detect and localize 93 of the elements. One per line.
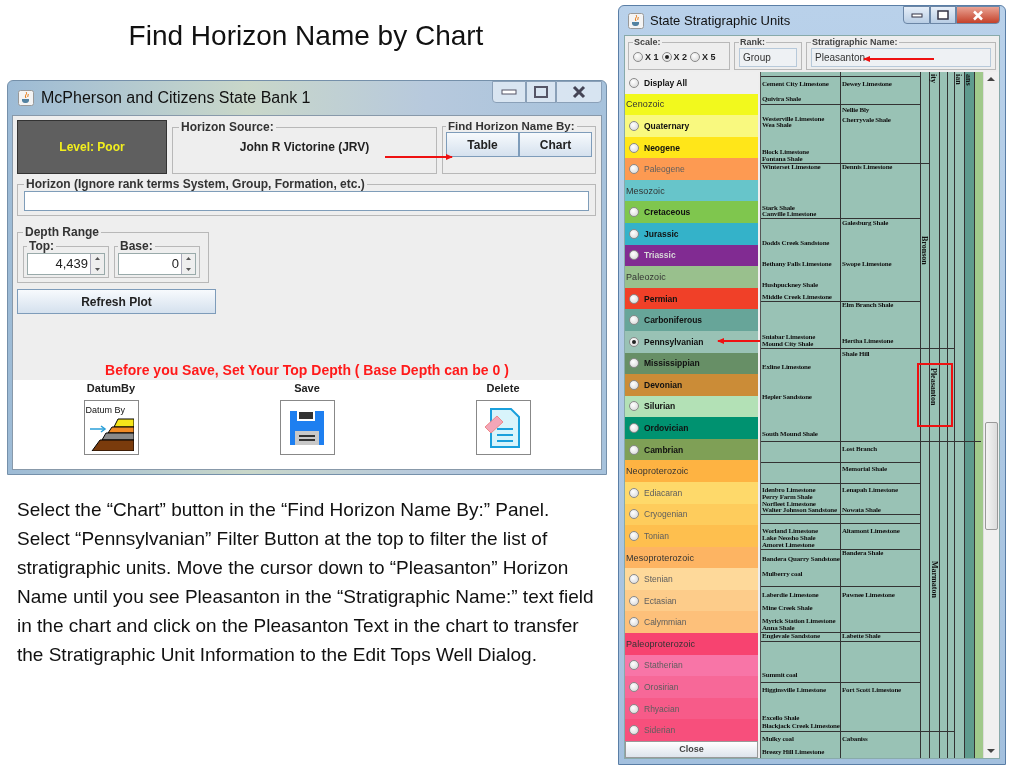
close-button[interactable] bbox=[556, 81, 602, 103]
radio-button[interactable] bbox=[629, 315, 639, 326]
filter-item[interactable]: Silurian bbox=[625, 395, 758, 418]
radio-button[interactable] bbox=[629, 401, 639, 412]
maximize-icon bbox=[534, 86, 548, 98]
close-icon bbox=[572, 85, 586, 99]
filter-item[interactable]: Devonian bbox=[625, 374, 758, 396]
era-header: Mesozoic bbox=[625, 179, 758, 202]
radio-button[interactable] bbox=[629, 142, 639, 153]
radio-button[interactable] bbox=[661, 52, 672, 62]
scale-option[interactable]: X 5 bbox=[690, 52, 716, 62]
scrollbar-thumb[interactable] bbox=[985, 422, 998, 530]
maximize-icon bbox=[937, 10, 949, 20]
maximize-button[interactable] bbox=[930, 6, 956, 24]
era-header: Mesoproterozoic bbox=[625, 546, 758, 569]
action-label: Save bbox=[294, 382, 320, 394]
cup-icon bbox=[18, 90, 34, 106]
find-by-button[interactable]: Chart bbox=[519, 132, 592, 157]
radio-button[interactable] bbox=[629, 358, 639, 369]
radio-button[interactable] bbox=[629, 207, 639, 218]
arrow-annotation bbox=[863, 56, 935, 62]
radio-button[interactable] bbox=[629, 77, 639, 88]
action-label: DatumBy bbox=[86, 382, 136, 394]
filter-item[interactable]: Carboniferous bbox=[625, 309, 758, 331]
unit-label[interactable]: Marmaton bbox=[930, 561, 938, 598]
scale-option[interactable]: X 2 bbox=[661, 52, 688, 62]
source-value: John R Victorine (JRV) bbox=[239, 140, 370, 154]
era-header: Paleoproterozoic bbox=[625, 633, 758, 655]
window-title: State Stratigraphic Units bbox=[650, 13, 791, 28]
cup-icon bbox=[628, 12, 644, 29]
delete-button[interactable] bbox=[475, 400, 531, 455]
refresh-plot-button[interactable]: Refresh Plot bbox=[17, 289, 216, 314]
minimize-icon bbox=[910, 12, 923, 18]
window-title: McPherson and Citizens State Bank 1 bbox=[41, 89, 311, 107]
horizon-input-field[interactable] bbox=[24, 191, 589, 211]
stratigraphic-name-field: Pleasanton bbox=[811, 47, 991, 67]
panel-label: Top: bbox=[28, 239, 56, 253]
panel-label: Rank: bbox=[739, 37, 766, 47]
unit-label[interactable]: Pleasanton bbox=[929, 368, 937, 406]
scale-option[interactable]: X 1 bbox=[633, 52, 659, 62]
action-label: Delete bbox=[486, 382, 520, 394]
filter-item[interactable]: Neogene bbox=[625, 136, 758, 159]
minimize-button[interactable] bbox=[492, 81, 526, 103]
panel-label: Horizon Source: bbox=[180, 120, 275, 134]
unit-label[interactable]: ans bbox=[964, 74, 972, 86]
era-header: Neoproterozoic bbox=[625, 460, 758, 482]
panel-label: Scale: bbox=[633, 37, 662, 47]
radio-button[interactable] bbox=[690, 52, 701, 62]
filter-item[interactable]: Jurassic bbox=[625, 223, 758, 245]
find-by-button[interactable]: Table bbox=[446, 132, 519, 157]
arrow-annotation bbox=[717, 338, 761, 344]
filter-item[interactable]: Mississippian bbox=[625, 352, 758, 375]
unit-label[interactable]: ian bbox=[954, 74, 962, 85]
radio-button[interactable] bbox=[629, 423, 639, 434]
era-header: Cenozoic bbox=[625, 93, 758, 116]
radio-button[interactable] bbox=[633, 52, 643, 62]
filter-item[interactable]: Ordovician bbox=[625, 417, 758, 439]
panel-label: Find Horizon Name By: bbox=[447, 120, 576, 132]
radio-button[interactable] bbox=[629, 336, 639, 347]
close-icon bbox=[972, 9, 984, 21]
filter-item[interactable]: Quaternary bbox=[625, 115, 758, 137]
filter-item[interactable]: Cambrian bbox=[625, 438, 758, 461]
panel-label: Stratigraphic Name: bbox=[811, 37, 899, 47]
arrow-annotation bbox=[384, 154, 453, 160]
filter-item[interactable]: Cretaceous bbox=[625, 201, 758, 224]
filter-item[interactable]: Permian bbox=[625, 287, 758, 310]
minimize-button[interactable] bbox=[903, 6, 930, 24]
minimize-icon bbox=[501, 89, 517, 95]
radio-button[interactable] bbox=[629, 444, 639, 455]
instructions-paragraph: Select the “Chart” button in the “Find Horizon Name By:” Panel. Select “Pennsylvanian” Filter Button at the top to filter the list of stratigraphic units. Move the cursor down to “Pleasanton” Horizon Name until you see Pleasanton in the “Stratigraphic Name:” text field in the chart and click on the Pleasanton Text in the chart to transfer the Stratigraphic Unit Information to the Edit Tops Well Dialog. bbox=[17, 498, 595, 667]
save-button[interactable] bbox=[279, 400, 335, 455]
unit-label[interactable]: Bronson bbox=[920, 236, 928, 265]
slide-title: Find Horizon Name by Chart bbox=[128, 20, 484, 52]
radio-button[interactable] bbox=[629, 120, 639, 131]
era-header: Paleozoic bbox=[625, 266, 758, 288]
highlight-frame bbox=[917, 363, 953, 427]
panel-label: Depth Range bbox=[24, 225, 100, 239]
scrollbar[interactable] bbox=[983, 72, 999, 758]
rank-field: Group bbox=[739, 47, 797, 67]
level-indicator: Level: Poor bbox=[17, 120, 167, 174]
panel-label: Horizon (Ignore rank terms System, Group, Formation, etc.) bbox=[25, 177, 366, 191]
scroll-down-icon[interactable] bbox=[987, 748, 995, 754]
warning-text: Before you Save, Set Your Top Depth ( Base Depth can be 0 ) bbox=[104, 362, 510, 380]
unit-label[interactable]: ity bbox=[929, 74, 937, 83]
maximize-button[interactable] bbox=[526, 81, 556, 103]
scroll-up-icon[interactable] bbox=[987, 76, 995, 82]
radio-button[interactable] bbox=[629, 379, 639, 390]
panel-label: Base: bbox=[119, 239, 154, 253]
document-eraser-icon bbox=[483, 406, 523, 449]
close-button[interactable] bbox=[956, 6, 1000, 24]
datum-by-button[interactable]: Datum By bbox=[83, 400, 139, 455]
radio-button[interactable] bbox=[629, 293, 639, 304]
radio-button[interactable] bbox=[629, 228, 639, 239]
